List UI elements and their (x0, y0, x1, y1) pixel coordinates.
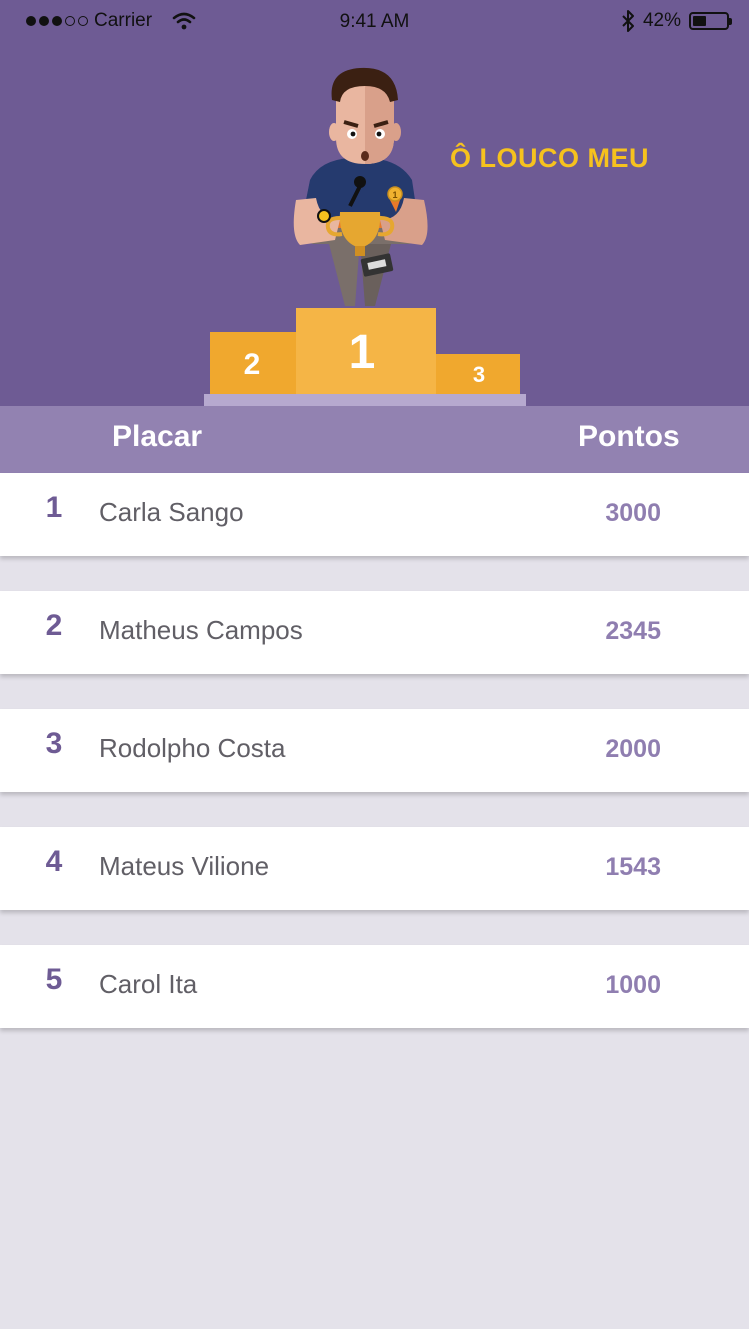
row-rank: 2 (45, 609, 63, 642)
bluetooth-icon (622, 10, 634, 32)
row-rank: 3 (45, 727, 63, 760)
status-bar: Carrier 9:41 AM 42% (0, 0, 749, 44)
row-points: 1000 (605, 971, 661, 999)
podium-base (204, 394, 526, 406)
row-points: 2000 (605, 735, 661, 763)
row-player-name: Matheus Campos (99, 615, 303, 645)
row-rank: 5 (45, 963, 63, 996)
leaderboard-row[interactable]: 2 Matheus Campos 2345 (0, 591, 749, 674)
battery-percent: 42% (642, 10, 681, 31)
row-player-name: Carol Ita (99, 969, 198, 999)
leaderboard-row[interactable]: 3 Rodolpho Costa 2000 (0, 709, 749, 792)
podium-illustration: 1 2 1 3 (204, 67, 526, 406)
hero-banner: Carrier 9:41 AM 42% 1 2 1 3 Ô LOUCO MEU (0, 0, 749, 406)
row-player-name: Carla Sango (99, 497, 244, 527)
leaderboard-row[interactable]: 4 Mateus Vilione 1543 (0, 827, 749, 910)
battery-fill (693, 16, 706, 26)
status-right-group: 42% (621, 9, 732, 33)
medal-number: 1 (392, 190, 397, 200)
battery-icon (689, 12, 732, 30)
hero-tagline: Ô LOUCO MEU (450, 143, 649, 173)
character-head (329, 67, 401, 164)
row-rank: 4 (45, 845, 63, 878)
leaderboard-row[interactable]: 1 Carla Sango 3000 (0, 473, 749, 556)
leaderboard-row[interactable]: 5 Carol Ita 1000 (0, 945, 749, 1028)
podium: 2 1 3 (204, 308, 526, 406)
podium-third-label: 3 (473, 362, 485, 387)
podium-second-label: 2 (244, 348, 261, 381)
header-pontos: Pontos (578, 420, 680, 453)
leaderboard-header: Placar Pontos (0, 406, 749, 473)
row-points: 1543 (605, 853, 661, 881)
row-points: 3000 (605, 499, 661, 527)
row-rank: 1 (45, 491, 63, 524)
header-placar: Placar (112, 420, 203, 453)
row-player-name: Mateus Vilione (99, 851, 270, 881)
row-points: 2345 (605, 617, 661, 645)
row-player-name: Rodolpho Costa (99, 733, 286, 763)
podium-first-label: 1 (349, 326, 376, 379)
